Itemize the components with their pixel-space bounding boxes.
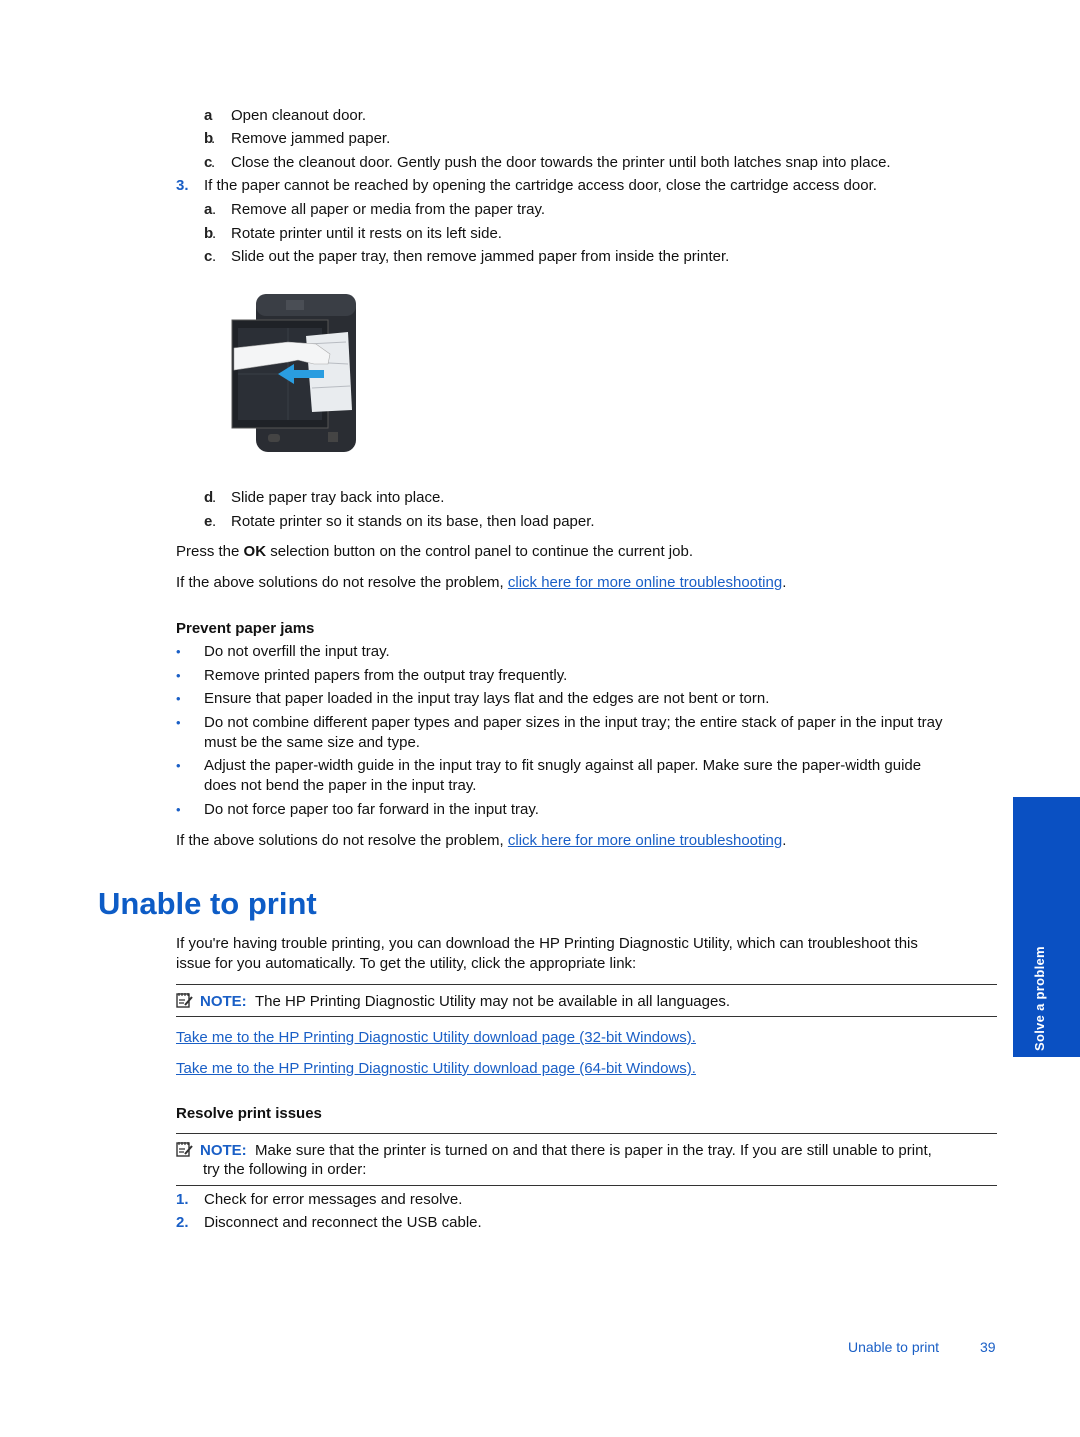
substep-text: Remove jammed paper. — [231, 130, 391, 147]
substep-label: d — [204, 489, 214, 506]
note-divider — [176, 1016, 997, 1017]
substep-text: Remove all paper or media from the paper… — [231, 201, 546, 218]
list-item: must be the same size and type. — [204, 734, 420, 751]
list-item: Adjust the paper-width guide in the inpu… — [204, 757, 922, 774]
substep-label: c — [204, 248, 213, 265]
list-item: Do not combine different paper types and… — [204, 714, 943, 731]
bullet-icon: • — [176, 668, 181, 683]
online-troubleshooting-link[interactable]: click here for more online troubleshooti… — [508, 832, 782, 849]
substep-text: Close the cleanout door. Gently push the… — [231, 154, 891, 171]
substep-label: b — [204, 225, 214, 242]
note-icon — [176, 993, 193, 1008]
bullet-icon: • — [176, 802, 181, 817]
printer-paper-jam-illustration — [231, 294, 356, 452]
substep: b — [204, 130, 214, 147]
intro-text: issue for you automatically. To get the … — [176, 955, 637, 972]
step-text: Disconnect and reconnect the USB cable. — [204, 1214, 482, 1231]
list-item: Remove printed papers from the output tr… — [204, 667, 568, 684]
download-32bit-link[interactable]: Take me to the HP Printing Diagnostic Ut… — [176, 1029, 696, 1047]
download-64bit-link[interactable]: Take me to the HP Printing Diagnostic Ut… — [176, 1060, 696, 1078]
substep-text: Slide out the paper tray, then remove ja… — [231, 248, 730, 265]
bullet-icon: • — [176, 644, 181, 659]
substep: c — [204, 154, 213, 171]
step-text: Check for error messages and resolve. — [204, 1191, 463, 1208]
footer-section-name: Unable to print — [848, 1339, 940, 1355]
substep-text: Open cleanout door. — [231, 107, 367, 124]
note-divider — [176, 984, 997, 985]
step-text: If the paper cannot be reached by openin… — [204, 177, 877, 194]
online-troubleshooting-link[interactable]: click here for more online troubleshooti… — [508, 574, 782, 591]
note-divider — [176, 1185, 997, 1186]
list-item: does not bend the paper in the input tra… — [204, 777, 477, 794]
substep-label: e — [204, 513, 213, 530]
page-number: 39 — [980, 1339, 996, 1355]
resolve-heading: Resolve print issues — [176, 1105, 322, 1122]
press-ok-text: Press the OK selection button on the con… — [176, 543, 693, 560]
list-item: Do not force paper too far forward in th… — [204, 801, 539, 818]
list-item: Do not overfill the input tray. — [204, 643, 390, 660]
prevent-heading: Prevent paper jams — [176, 620, 315, 637]
note-icon — [176, 1142, 193, 1157]
substep-text: Slide paper tray back into place. — [231, 489, 445, 506]
substep-text: Rotate printer so it stands on its base,… — [231, 513, 595, 530]
substep-label: a — [204, 201, 213, 218]
note: NOTE: The HP Printing Diagnostic Utility… — [176, 992, 730, 1011]
bullet-icon: • — [176, 715, 181, 730]
substep-text: Rotate printer until it rests on its lef… — [231, 225, 502, 242]
bullet-icon: • — [176, 691, 181, 706]
bullet-icon: • — [176, 758, 181, 773]
chapter-side-tab-label: Solve a problem — [1032, 946, 1047, 1051]
note-text: try the following in order: — [203, 1161, 367, 1178]
note-divider — [176, 1133, 997, 1134]
step-number: 1. — [176, 1191, 189, 1208]
troubleshoot-text: If the above solutions do not resolve th… — [176, 574, 787, 591]
list-item: Ensure that paper loaded in the input tr… — [204, 690, 770, 707]
section-title: Unable to print — [98, 886, 317, 921]
intro-text: If you're having trouble printing, you c… — [176, 935, 918, 952]
step-number: 2. — [176, 1214, 189, 1231]
troubleshoot-text: If the above solutions do not resolve th… — [176, 832, 787, 849]
chapter-side-tab: Solve a problem — [1013, 797, 1080, 1057]
step-number: 3. — [176, 177, 189, 194]
note: NOTE: Make sure that the printer is turn… — [176, 1141, 932, 1160]
